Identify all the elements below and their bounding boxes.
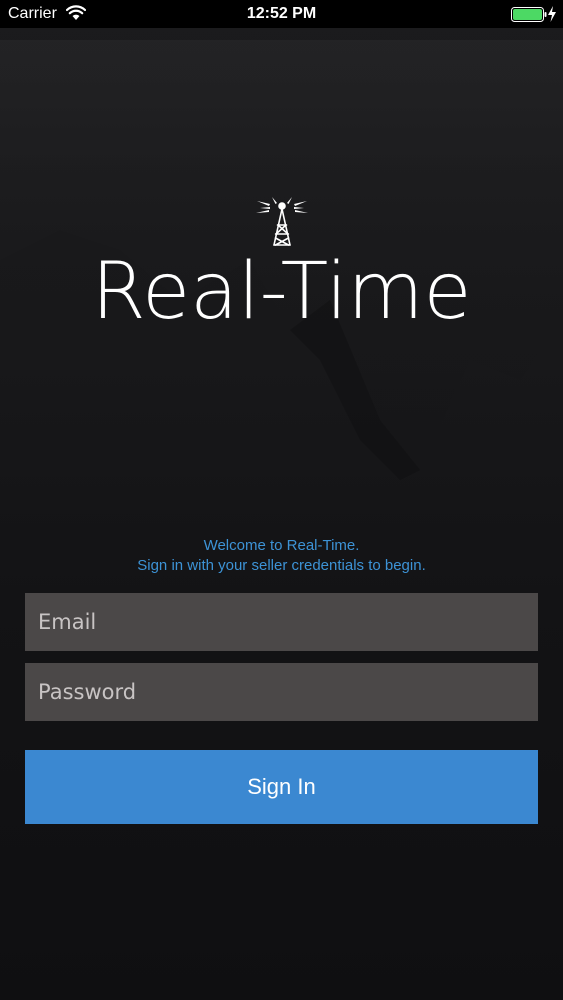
welcome-line-1: Welcome to Real-Time. bbox=[203, 537, 360, 554]
background-artwork bbox=[0, 40, 563, 480]
email-field[interactable] bbox=[25, 593, 538, 651]
clock: 12:52 PM bbox=[246, 5, 317, 22]
battery-full-icon bbox=[511, 7, 547, 22]
sign-in-button[interactable]: Sign In bbox=[25, 750, 538, 824]
welcome-message: Welcome to Real-Time. Sign in with your … bbox=[0, 536, 563, 576]
login-screen: Carrier 12:52 PM Real-Time Welcome to Re… bbox=[0, 0, 563, 1000]
password-field[interactable] bbox=[25, 663, 538, 721]
status-bar: Carrier 12:52 PM bbox=[0, 0, 563, 28]
radio-tower-icon bbox=[256, 197, 308, 246]
bolt-icon bbox=[548, 6, 556, 22]
app-title: Real-Time bbox=[91, 247, 472, 337]
welcome-line-2: Sign in with your seller credentials to … bbox=[137, 557, 426, 574]
